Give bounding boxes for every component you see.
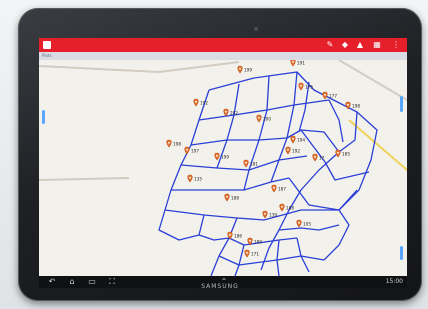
app-action-bar: ✎ ◆ ▲ ▦ ⋮: [39, 38, 407, 52]
parcel-marker[interactable]: 171: [244, 249, 260, 258]
parcel-marker[interactable]: 188: [279, 203, 295, 212]
parcel-label: 188: [286, 206, 294, 211]
parcel-marker[interactable]: 188: [224, 193, 240, 202]
parcel-marker[interactable]: 197: [184, 146, 200, 155]
base-roads: [39, 59, 407, 181]
pin-icon[interactable]: ◆: [340, 40, 350, 50]
parcel-label: 177: [329, 94, 337, 99]
front-camera: [254, 27, 258, 31]
parcel-marker[interactable]: 192: [193, 98, 209, 107]
edit-icon[interactable]: ✎: [325, 40, 335, 50]
parcel-marker[interactable]: 187: [271, 184, 287, 193]
parcel-label: 192: [200, 101, 208, 106]
yellow-road: [348, 119, 407, 171]
map-view[interactable]: 199 191 175 177 198 192 202 200 194 198 197 199 181 1…: [39, 58, 407, 277]
parcel-boundaries: [158, 71, 378, 277]
parcel-label: 17: [319, 156, 325, 161]
parcel-label: 197: [191, 149, 199, 154]
parcel-label: 191: [297, 61, 305, 66]
tab-strip: Plots: [39, 52, 407, 60]
photo-background: ✎ ◆ ▲ ▦ ⋮ Plots 199 191 175 177 198 192 …: [0, 0, 428, 309]
tablet-device: ✎ ◆ ▲ ▦ ⋮ Plots 199 191 175 177 198 192 …: [18, 8, 422, 301]
parcel-label: 105: [303, 222, 311, 227]
parcel-label: 181: [250, 162, 258, 167]
parcel-label: 186: [234, 234, 242, 239]
parcel-marker[interactable]: 194: [290, 135, 306, 144]
parcel-label: 198: [173, 142, 181, 147]
parcel-marker[interactable]: 186: [227, 231, 243, 240]
parcel-label: 192: [292, 149, 300, 154]
parcel-marker[interactable]: 17: [312, 153, 325, 162]
right-scroll-handle[interactable]: [400, 96, 403, 112]
parcel-label: 188: [231, 196, 239, 201]
parcel-label: 185: [342, 152, 350, 157]
parcel-label: 135: [194, 177, 202, 182]
parcel-marker[interactable]: 177: [322, 91, 338, 100]
parcel-marker[interactable]: 181: [243, 159, 259, 168]
parcel-marker[interactable]: 199: [214, 152, 230, 161]
parcel-marker[interactable]: 189: [247, 237, 263, 246]
parcel-label: 199: [244, 68, 252, 73]
tab-plots[interactable]: Plots: [42, 53, 52, 59]
lock-icon[interactable]: ▲: [355, 40, 365, 50]
parcel-marker[interactable]: 202: [223, 108, 239, 117]
parcel-marker[interactable]: 175: [298, 82, 314, 91]
parcel-label: 189: [254, 240, 262, 245]
parcel-label: 202: [230, 111, 238, 116]
parcel-marker[interactable]: 105: [296, 219, 312, 228]
parcel-marker[interactable]: 191: [290, 58, 306, 67]
parcel-map-svg: 199 191 175 177 198 192 202 200 194 198 197 199 181 1…: [39, 58, 407, 277]
tablet-screen: ✎ ◆ ▲ ▦ ⋮ Plots 199 191 175 177 198 192 …: [39, 38, 407, 288]
parcel-label: 200: [263, 117, 271, 122]
parcel-label: 171: [251, 252, 259, 257]
parcel-marker[interactable]: 199: [237, 65, 253, 74]
parcel-marker[interactable]: 185: [335, 149, 351, 158]
left-scroll-handle[interactable]: [42, 110, 45, 124]
parcel-marker[interactable]: 198: [345, 101, 361, 110]
parcel-marker[interactable]: 135: [187, 174, 203, 183]
parcel-label: 187: [278, 187, 286, 192]
parcel-marker[interactable]: 192: [285, 146, 301, 155]
parcel-label: 199: [221, 155, 229, 160]
app-icon[interactable]: [43, 41, 51, 49]
overflow-icon[interactable]: ⋮: [391, 40, 401, 50]
device-brand-logo: SAMSUNG: [201, 283, 239, 290]
grid-icon[interactable]: ▦: [372, 40, 382, 50]
parcel-label: 175: [305, 85, 313, 90]
parcel-marker[interactable]: 139: [262, 210, 278, 219]
right-scroll-handle-lower[interactable]: [400, 246, 403, 260]
parcel-marker[interactable]: 198: [166, 139, 182, 148]
parcel-label: 194: [297, 138, 305, 143]
parcel-marker[interactable]: 200: [256, 114, 272, 123]
parcel-label: 139: [269, 213, 277, 218]
parcel-label: 198: [352, 104, 360, 109]
